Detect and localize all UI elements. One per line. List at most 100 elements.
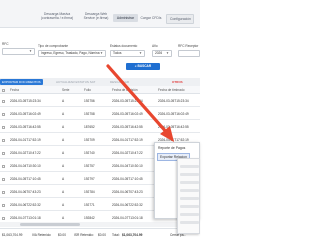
submenu-item[interactable] <box>180 205 199 208</box>
cell-fecha: 2026-04-05T17:10:45 <box>10 177 41 181</box>
estatus-label: Estatus documento <box>110 44 138 48</box>
column-header-folio[interactable]: Folio <box>84 88 91 92</box>
rfc-receptor-label: RFC Receptor <box>178 44 199 48</box>
nav-descarga-masiva[interactable]: Descarga Masiva (contraseña / e.firma) <box>40 12 74 20</box>
search-button[interactable]: ⌕ BUSCAR <box>126 63 160 70</box>
isr-retenido-value: $0.00 <box>98 233 106 237</box>
chevron-down-icon: ▼ <box>100 51 103 55</box>
table-row[interactable]: 2026-03-05T16:02:49 A 192758 2026-03-05T16:… <box>0 107 200 120</box>
nav-administrar[interactable]: Administrar <box>113 14 138 22</box>
cell-fecha: 2026-04-07T13:01:18 <box>10 216 41 220</box>
row-checkbox[interactable] <box>2 203 6 207</box>
column-header-serie[interactable]: Serie <box>62 88 69 92</box>
column-header-fecha-emision[interactable]: Fecha de Emisión <box>112 88 138 92</box>
cell-fecha-emision: 2026-04-05T17:10:45 <box>112 177 143 181</box>
subtotal-value: $1,063,704.99 <box>2 233 23 237</box>
row-checkbox[interactable] <box>2 151 6 155</box>
actions-toolbar: EXPORTAR DOCUMENTOS ACTUALIZAR ESTATUS S… <box>0 78 200 90</box>
cell-serie: A <box>62 203 65 207</box>
table-header: Fecha Serie Folio Fecha de Emisión Fecha… <box>0 86 200 94</box>
cell-folio: 192797 <box>84 177 95 181</box>
tipo-comprobante-label: Tipo de comprobante <box>38 44 69 48</box>
isr-retenido-label: ISR Retenido: <box>74 233 94 237</box>
tipo-comprobante-value: Ingreso, Egreso, Traslado, Pago, Nómina <box>41 51 100 55</box>
menu-item-reporte-pagos[interactable]: Reporte de Pagos <box>158 146 185 150</box>
row-checkbox[interactable] <box>2 112 6 116</box>
cell-folio: 192740 <box>84 151 95 155</box>
anio-select[interactable]: 2026 ▼ <box>152 50 172 57</box>
nav-cargar-cfdis[interactable]: Cargar CFDIs <box>140 16 162 20</box>
cell-fecha-emision: 2026-04-02T10:47:22 <box>112 151 143 155</box>
rfc-label: RFC <box>2 42 9 46</box>
cell-fecha-emision: 2026-04-04T10:30:10 <box>112 164 143 168</box>
cell-fecha-emision: 2026-04-07T13:01:18 <box>112 216 143 220</box>
nav-descarga-web-service[interactable]: Descarga Web Service (e.firma) <box>80 12 112 20</box>
cell-fecha-timbrado: 2026-03-05T15:23:34 <box>158 99 189 103</box>
row-checkbox[interactable] <box>2 138 6 142</box>
row-checkbox[interactable] <box>2 164 6 168</box>
cell-folio: 192784 <box>84 190 95 194</box>
cell-fecha: 2026-04-02T10:47:22 <box>10 151 41 155</box>
chevron-down-icon: ▼ <box>166 51 169 55</box>
row-checkbox[interactable] <box>2 177 6 181</box>
submenu-item[interactable] <box>180 221 199 224</box>
cell-serie: A <box>62 138 65 142</box>
iva-retenido-value: $0.00 <box>58 233 66 237</box>
cell-fecha-emision: 2026-04-01T17:52:19 <box>112 138 143 142</box>
submenu-item[interactable] <box>180 165 199 168</box>
cell-folio: 192757 <box>84 164 95 168</box>
search-button-label: BUSCAR <box>137 64 152 68</box>
total-label: Total: <box>112 233 120 237</box>
table-row[interactable]: 2026-03-05T16:42:55 A 187652 2026-03-05T16:… <box>0 120 200 133</box>
anio-label: Año <box>152 44 158 48</box>
top-nav-bar: Descarga Masiva (contraseña / e.firma) D… <box>0 0 200 28</box>
select-all-checkbox[interactable] <box>2 88 6 92</box>
column-header-fecha-timbrado[interactable]: Fecha de timbrado <box>158 88 185 92</box>
submenu-item[interactable] <box>180 173 199 176</box>
other-reports-button[interactable]: OTROS REPORTES <box>170 79 200 90</box>
tipo-comprobante-select[interactable]: Ingreso, Egreso, Traslado, Pago, Nómina … <box>38 50 106 57</box>
nav-configuracion[interactable]: Configuración <box>166 14 194 24</box>
submenu-item[interactable] <box>180 213 199 216</box>
cell-fecha: 2026-03-05T15:23:34 <box>10 99 41 103</box>
cell-serie: A <box>62 125 65 129</box>
cell-fecha: 2026-04-06T22:52:32 <box>10 203 41 207</box>
cell-fecha-timbrado: 2026-03-05T16:42:55 <box>158 125 189 129</box>
row-checkbox[interactable] <box>2 125 6 129</box>
row-checkbox[interactable] <box>2 216 6 220</box>
cell-serie: A <box>62 151 65 155</box>
cell-fecha: 2026-04-06T07:43:23 <box>10 190 41 194</box>
total-value: $1,063,704.99 <box>122 233 143 237</box>
cell-fecha-emision: 2026-03-05T16:02:49 <box>112 112 143 116</box>
row-checkbox[interactable] <box>2 99 6 103</box>
anio-value: 2026 <box>155 51 163 55</box>
submenu-panel <box>177 158 200 234</box>
cell-fecha: 2026-03-05T16:42:55 <box>10 125 41 129</box>
estatus-select[interactable]: Todos ▼ <box>110 50 145 57</box>
scrollbar-thumb[interactable] <box>20 223 80 226</box>
cell-serie: A <box>62 99 65 103</box>
cell-folio: 192709 <box>84 138 95 142</box>
cell-fecha: 2026-03-05T16:02:49 <box>10 112 41 116</box>
update-sat-status-button[interactable]: ACTUALIZAR ESTATUS SAT <box>54 79 97 85</box>
submenu-item[interactable] <box>180 181 199 184</box>
chevron-down-icon: ▼ <box>139 51 142 55</box>
cell-folio: 192758 <box>84 112 95 116</box>
cell-serie: A <box>62 112 65 116</box>
table-row[interactable]: 2026-03-05T15:23:34 A 192756 2026-03-05T15:… <box>0 94 200 107</box>
download-button[interactable]: DESCARGAR <box>108 79 131 85</box>
cell-folio: 192771 <box>84 203 95 207</box>
iva-retenido-label: IVA Retenido: <box>32 233 52 237</box>
row-checkbox[interactable] <box>2 190 6 194</box>
export-documents-button[interactable]: EXPORTAR DOCUMENTOS <box>0 79 43 85</box>
column-header-fecha[interactable]: Fecha <box>10 88 19 92</box>
chevron-down-icon: ▼ <box>29 49 32 53</box>
submenu-item[interactable] <box>180 189 199 192</box>
horizontal-scrollbar[interactable] <box>0 222 200 227</box>
rfc-select[interactable]: ▼ <box>2 48 35 55</box>
submenu-item[interactable] <box>180 197 199 200</box>
rfc-receptor-input[interactable] <box>178 50 200 57</box>
cell-fecha-emision: 2026-03-05T15:23:34 <box>112 99 143 103</box>
cell-serie: A <box>62 164 65 168</box>
cell-folio: 192756 <box>84 99 95 103</box>
